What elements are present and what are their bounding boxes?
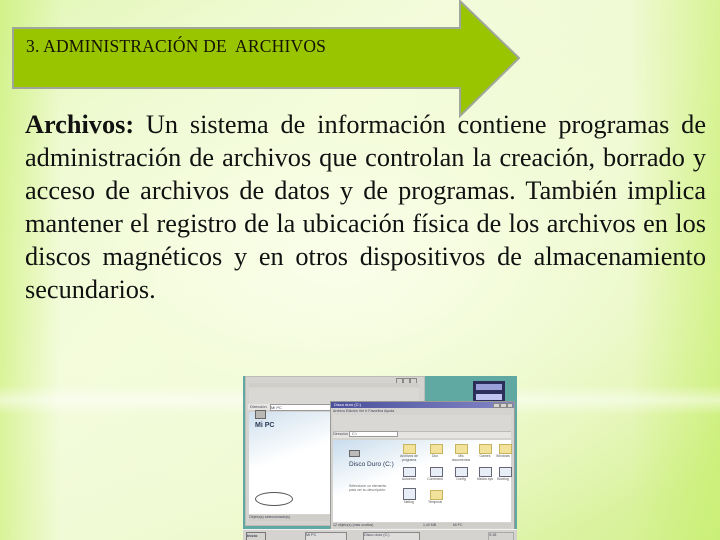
- icon-label: Archivos de programa: [400, 454, 418, 462]
- system-tray-clock: 9:18: [488, 532, 514, 540]
- body-paragraph: Archivos: Un sistema de información cont…: [25, 108, 706, 306]
- file-explorer-screenshot: Dirección Mi PC Mi PC Disco de 3½ (A:) U…: [243, 376, 517, 540]
- folder-icon: [430, 444, 443, 454]
- pane-heading: Mi PC: [255, 422, 275, 429]
- icon-label: Temporal: [428, 500, 442, 504]
- status-size: 1,40 MB: [423, 523, 437, 527]
- file-icon: [403, 467, 416, 477]
- address-bar: Dirección C:\: [333, 431, 511, 438]
- folder-icon: [479, 444, 492, 454]
- file-icon: [479, 467, 492, 477]
- title-arrow-shape: [12, 0, 521, 119]
- file-icon: [455, 467, 468, 477]
- folder-icon: [499, 444, 512, 454]
- icon-label: Autoexec: [401, 477, 417, 481]
- drive-description: Seleccione un elemento para ver su descr…: [349, 484, 387, 492]
- icon-label: Bootlog: [497, 477, 509, 481]
- menu-item: Favoritos: [368, 409, 384, 413]
- file-icon: [430, 467, 443, 477]
- slide-title: 3. ADMINISTRACIÓN DE ARCHIVOS: [26, 36, 327, 56]
- file-icon: [499, 467, 512, 477]
- taskbar: Inicio Mi PC Disco duro (C:) 9:18: [243, 529, 517, 540]
- menu-item: Archivo: [333, 409, 345, 413]
- status-location: Mi PC: [453, 523, 463, 527]
- computer-icon: [255, 410, 266, 419]
- maximize-icon: [500, 403, 507, 408]
- icon-label: Config: [456, 477, 466, 481]
- menu-item: Edición: [345, 409, 358, 413]
- close-icon: [507, 403, 513, 408]
- info-pane: Mi PC: [249, 410, 333, 514]
- menu-item: Ver: [358, 409, 365, 413]
- drive-icon: [349, 450, 360, 457]
- file-icon: [403, 488, 416, 500]
- folder-icon: [430, 490, 443, 500]
- icon-label: Doc: [431, 454, 439, 458]
- title-arrow-polygon: [12, 0, 521, 119]
- disk-graphic: [255, 492, 293, 506]
- window-title: Disco duro (C:): [331, 402, 514, 408]
- desktop-logo: [473, 381, 505, 403]
- body-text: Un sistema de información contiene progr…: [25, 110, 706, 304]
- minimize-icon: [493, 403, 500, 408]
- address-label: Dirección: [250, 404, 267, 409]
- status-objects: 12 objeto(s) (más ocultos): [333, 523, 374, 527]
- status-bar: 12 objeto(s) (más ocultos) 1,40 MB Mi PC: [333, 523, 511, 528]
- folder-icon: [455, 444, 468, 454]
- folder-content: Disco Duro (C:) Seleccione un elemento p…: [333, 440, 512, 522]
- logo-bar: [476, 394, 502, 400]
- pane-line: [255, 442, 256, 446]
- menu-bar: [249, 383, 419, 387]
- taskbar-item: Mi PC: [305, 532, 347, 540]
- address-label: Dirección: [333, 432, 348, 436]
- menu-bar: Archivo Edición Ver Ir Favoritos Ayuda: [333, 409, 511, 414]
- address-value: C:\: [348, 431, 398, 437]
- drive-heading: Disco Duro (C:): [349, 461, 394, 468]
- taskbar-item: Disco duro (C:): [363, 532, 420, 540]
- menu-item: Ayuda: [383, 409, 395, 413]
- hard-drive-window: Disco duro (C:) Archivo Edición Ver Ir F…: [330, 401, 515, 531]
- icon-label: Command: [427, 477, 443, 481]
- icon-label: Windows: [496, 454, 510, 458]
- icon-label: Mis documentos: [451, 454, 471, 462]
- body-term: Archivos:: [25, 110, 135, 139]
- toolbar: [333, 415, 511, 432]
- logo-bar: [476, 384, 502, 390]
- start-button: Inicio: [246, 532, 266, 540]
- folder-icon: [403, 444, 416, 454]
- icon-label: Netlog: [404, 500, 414, 504]
